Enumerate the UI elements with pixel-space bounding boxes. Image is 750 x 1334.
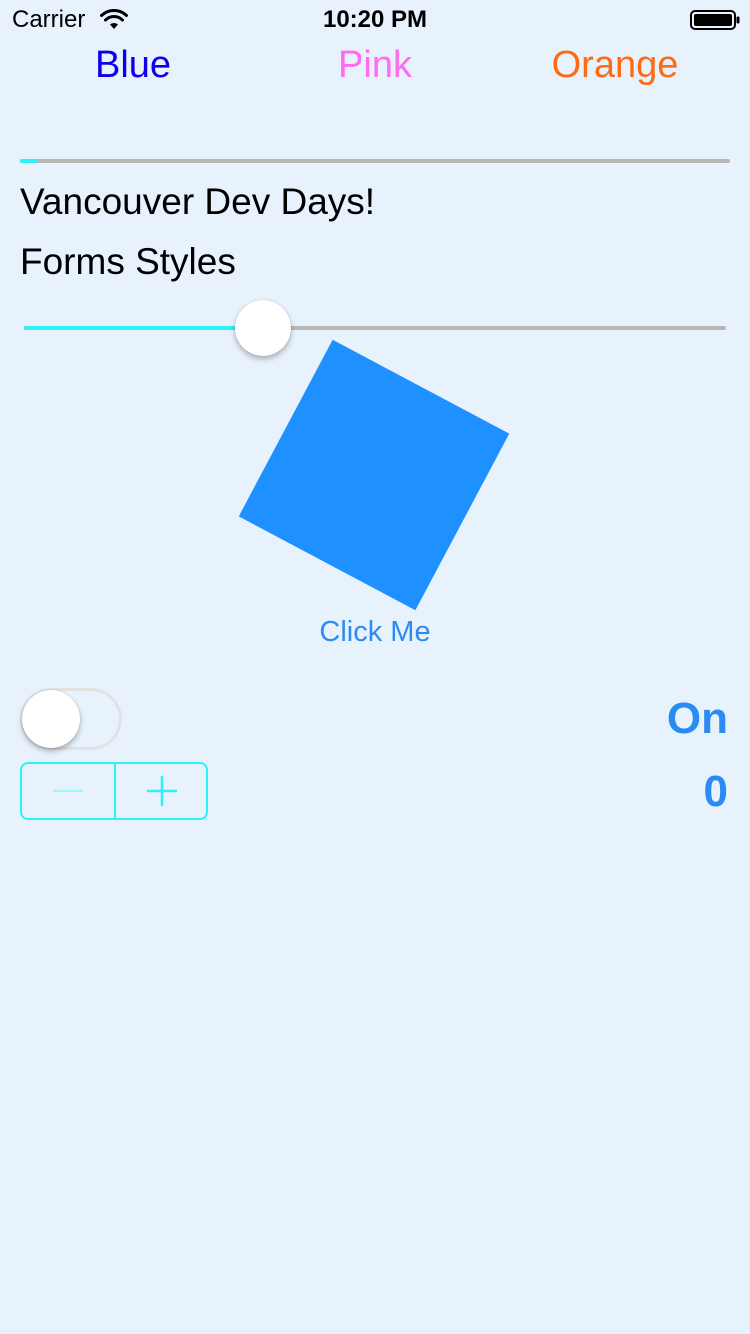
tab-orange[interactable]: Orange <box>490 40 740 90</box>
progress-fill <box>20 159 38 163</box>
slider[interactable] <box>24 300 726 356</box>
progress-bar <box>20 159 730 163</box>
tab-pink[interactable]: Pink <box>250 40 500 90</box>
plus-icon <box>147 776 177 806</box>
click-me-button[interactable]: Click Me <box>275 612 475 652</box>
slider-thumb[interactable] <box>234 300 291 356</box>
switch-knob <box>22 690 80 748</box>
stepper-increment-button[interactable] <box>116 764 206 818</box>
stepper-value: 0 <box>703 767 728 816</box>
stepper-decrement-button[interactable] <box>22 764 114 818</box>
rotating-box <box>238 339 510 611</box>
color-tabs: Blue Pink Orange <box>0 40 750 90</box>
switch-status-label: On <box>666 694 728 743</box>
title-label: Vancouver Dev Days! <box>20 181 376 222</box>
minus-icon <box>53 790 83 792</box>
quantity-stepper <box>20 762 208 820</box>
slider-fill <box>24 326 263 330</box>
clock: 10:20 PM <box>322 6 428 33</box>
tab-blue[interactable]: Blue <box>8 40 258 90</box>
battery-icon <box>690 10 740 30</box>
toggle-switch[interactable] <box>20 688 122 750</box>
subtitle-label: Forms Styles <box>20 241 236 282</box>
status-bar: Carrier 10:20 PM <box>0 0 750 40</box>
